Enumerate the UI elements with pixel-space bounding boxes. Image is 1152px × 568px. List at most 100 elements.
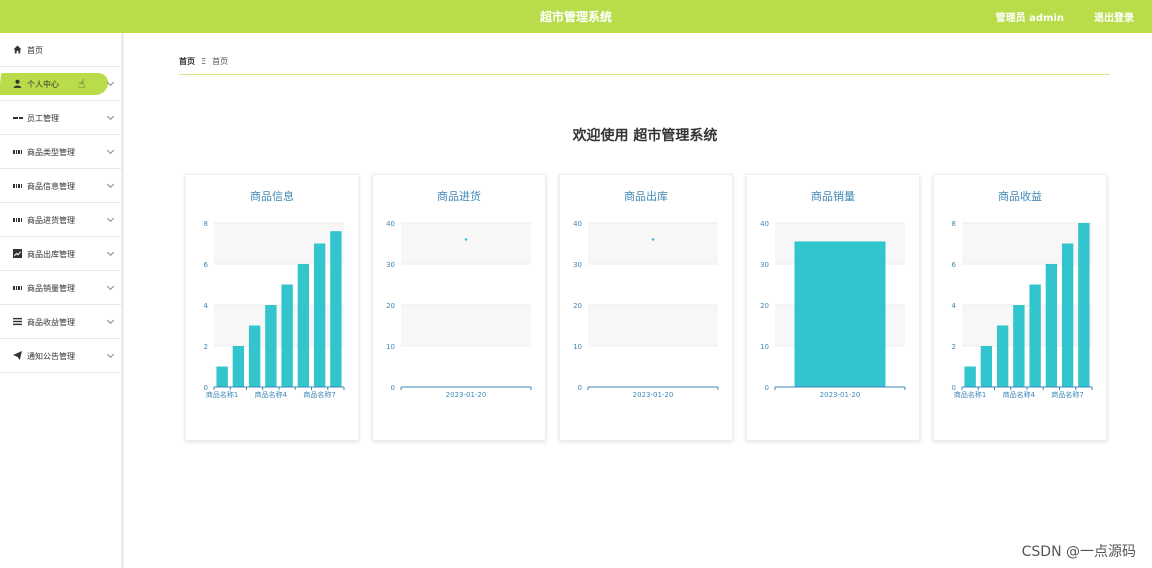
y-tick-label: 4 (952, 302, 957, 310)
chart-card-product-revenue: 商品收益 0 2 4 6 8 商品名称1 商品名称4 商品名称7 (933, 174, 1107, 441)
list-icon (13, 317, 22, 326)
y-tick-label: 30 (386, 261, 395, 269)
chevron-down-icon (106, 248, 115, 257)
bar (996, 325, 1009, 387)
chart-card-product-purchase: 商品进货 0 10 20 30 40 2023-01-20 (372, 174, 546, 441)
x-tick-label: 2023-01-20 (820, 391, 861, 399)
chart-card-product-sales: 商品销量 0 10 20 30 40 2023-01-20 (746, 174, 920, 441)
bar (1078, 223, 1090, 387)
chevron-down-icon (106, 112, 115, 121)
chevron-down-icon (106, 316, 115, 325)
y-tick-label: 20 (760, 302, 769, 310)
sidebar: 首页 个人中心 ☝ 员工管理 商品类型管理 商品信息管理 商品进货管理 商品出库… (0, 33, 124, 568)
x-tick-label: 商品名称1 (206, 390, 238, 399)
y-tick-label: 40 (573, 220, 582, 228)
plot-band (588, 264, 718, 305)
sidebar-item-label: 个人中心 (27, 80, 59, 89)
chart-icon (13, 249, 22, 258)
y-tick-label: 8 (204, 220, 208, 228)
chevron-down-icon (106, 214, 115, 223)
chart-card-product-info: 商品信息 0 2 4 6 8 商品名称1 商品名称4 商品名称7 (185, 174, 359, 441)
current-user: 管理员 admin (995, 13, 1064, 24)
plot-band (588, 305, 718, 346)
sidebar-item-product-sales[interactable]: 商品销量管理 (0, 271, 121, 305)
y-tick-label: 30 (573, 261, 582, 269)
bar (265, 305, 277, 387)
sidebar-item-label: 商品收益管理 (27, 318, 75, 327)
top-bar: 超市管理系统 管理员 admin 退出登录 (0, 0, 1152, 33)
y-tick-label: 10 (573, 343, 582, 351)
plot-band (401, 223, 531, 264)
point (464, 238, 468, 241)
bar (980, 346, 993, 387)
hand-cursor-icon: ☝ (78, 77, 86, 91)
x-tick-label: 2023-01-20 (446, 391, 487, 399)
chart-svg: 02468商品名称1 商品名称4 商品名称7 (952, 220, 1093, 399)
y-tick-label: 10 (760, 343, 769, 351)
chevron-down-icon (106, 180, 115, 189)
chevron-down-icon (106, 282, 115, 291)
chart-svg: 0 10 20 30 40 2023-01-20 (573, 220, 719, 399)
y-tick-label: 0 (578, 384, 582, 392)
y-tick-label: 0 (391, 384, 395, 392)
apps-icon (13, 215, 22, 224)
y-tick-label: 2 (204, 343, 208, 351)
home-icon (13, 45, 22, 54)
bar (1013, 305, 1025, 387)
watermark: CSDN @一点源码 (1021, 544, 1136, 560)
bar (1029, 284, 1041, 387)
y-tick-label: 2 (952, 343, 956, 351)
y-tick-label: 20 (386, 302, 395, 310)
chevron-down-icon (106, 350, 115, 359)
sidebar-item-product-revenue[interactable]: 商品收益管理 (0, 305, 121, 339)
y-tick-label: 20 (573, 302, 582, 310)
y-tick-label: 0 (765, 384, 769, 392)
sidebar-item-label: 商品出库管理 (27, 250, 75, 259)
sidebar-item-product-outbound[interactable]: 商品出库管理 (0, 237, 121, 271)
bar (297, 264, 310, 387)
y-tick-label: 40 (760, 220, 769, 228)
sidebar-item-label: 商品进货管理 (27, 216, 75, 225)
sidebar-item-label: 首页 (27, 46, 43, 55)
sidebar-item-personal-center[interactable]: 个人中心 ☝ (0, 67, 121, 101)
bar (1045, 264, 1058, 387)
chart-svg: 0 10 20 30 40 2023-01-20 (760, 220, 906, 399)
sidebar-item-notice[interactable]: 通知公告管理 (0, 339, 121, 373)
sidebar-item-label: 员工管理 (27, 114, 59, 123)
chart-svg: 0 10 20 30 40 2023-01-20 (386, 220, 532, 399)
breadcrumb-current: 首页 (212, 57, 229, 66)
y-tick-label: 8 (952, 220, 956, 228)
apps-icon (13, 147, 22, 156)
x-tick-label: 商品名称4 (255, 390, 288, 399)
apps-icon (13, 181, 22, 190)
sidebar-item-home[interactable]: 首页 (0, 33, 121, 67)
bar (281, 284, 293, 387)
sidebar-item-product-info[interactable]: 商品信息管理 (0, 169, 121, 203)
breadcrumb-divider (179, 74, 1110, 75)
plot-band (401, 346, 531, 387)
logout-button[interactable]: 退出登录 (1094, 9, 1134, 24)
sidebar-item-label: 商品类型管理 (27, 148, 75, 157)
sidebar-item-label: 商品销量管理 (27, 284, 75, 293)
x-tick-label: 2023-01-20 (633, 391, 674, 399)
y-tick-label: 10 (386, 343, 395, 351)
point (651, 238, 655, 241)
user-icon (13, 79, 22, 88)
chevron-down-icon (106, 146, 115, 155)
y-tick-label: 30 (760, 261, 769, 269)
y-tick-label: 6 (204, 261, 209, 269)
bar (794, 241, 886, 387)
sidebar-item-label: 通知公告管理 (27, 352, 75, 361)
plot-band (401, 264, 531, 305)
x-tick-label: 商品名称1 (954, 390, 986, 399)
x-tick-label: 商品名称4 (1003, 390, 1036, 399)
sidebar-item-product-purchase[interactable]: 商品进货管理 (0, 203, 121, 237)
x-tick-label: 商品名称7 (1051, 390, 1083, 399)
bar (313, 243, 326, 387)
y-tick-label: 4 (204, 302, 209, 310)
bar (248, 325, 261, 387)
breadcrumb-separator: Ξ (201, 57, 207, 66)
bar (330, 231, 342, 387)
sidebar-item-label: 商品信息管理 (27, 182, 75, 191)
breadcrumb-home-link[interactable]: 首页 (179, 57, 195, 66)
